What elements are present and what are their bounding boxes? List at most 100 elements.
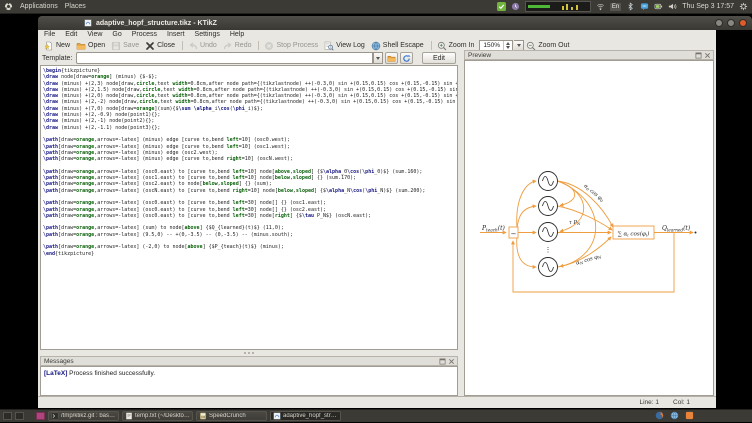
toolbar-button-label: Shell Escape: [383, 42, 424, 49]
text-editor-icon: [125, 412, 133, 420]
show-desktop-button[interactable]: [36, 412, 45, 420]
template-label: Template:: [40, 55, 76, 62]
code-editor[interactable]: \begin{tikzpicture}\draw node[draw=orang…: [40, 65, 458, 350]
places-menu[interactable]: Places: [65, 3, 86, 10]
status-bar: Line: 1 Col: 1: [38, 396, 716, 408]
code-line[interactable]: \draw (minus) +(2,-2) node[draw,circle,t…: [43, 99, 457, 105]
preview-float-icon[interactable]: [695, 52, 702, 59]
taskbar-window-button[interactable]: SpeedCrunch: [196, 411, 267, 421]
taskbar-window-button[interactable]: adaptive_hopf_struc...: [270, 411, 341, 421]
taskbar-window-label: adaptive_hopf_struc...: [283, 413, 338, 419]
menu-view[interactable]: View: [87, 31, 102, 38]
taskbar-window-button[interactable]: /tmp/ktikz.git : bash ...: [48, 411, 119, 421]
output-label: Qlearned(t): [662, 225, 691, 232]
workspace-cell[interactable]: [3, 412, 12, 420]
messages-title: Messages: [44, 358, 74, 365]
app-tray-icon[interactable]: [685, 411, 694, 420]
redo-button: Redo: [221, 40, 256, 52]
menu-edit[interactable]: Edit: [65, 31, 77, 38]
oscillator-circles: [539, 172, 558, 277]
redo-icon: [223, 41, 233, 51]
toolbar-separator: [431, 41, 432, 50]
keyboard-layout-indicator[interactable]: En: [610, 3, 621, 11]
menu-settings[interactable]: Settings: [195, 31, 220, 38]
messages-close-icon[interactable]: [448, 358, 455, 365]
bottom-taskbar: /tmp/ktikz.git : bash ... temp.txt (~/Des…: [0, 409, 752, 422]
preview-canvas[interactable]: − ⋮ Pteac: [464, 60, 714, 396]
ubuntu-logo-icon[interactable]: [4, 2, 13, 11]
zoom-level-value[interactable]: 150%: [483, 42, 503, 49]
template-edit-button[interactable]: Edit: [422, 52, 456, 64]
messages-float-icon[interactable]: [439, 358, 446, 365]
toolbar-separator: [182, 41, 183, 50]
menu-file[interactable]: File: [44, 31, 55, 38]
menu-insert[interactable]: Insert: [167, 31, 185, 38]
clock[interactable]: Thu Sep 3 17:57: [682, 3, 734, 10]
window-titlebar[interactable]: adaptive_hopf_structure.tikz - KTikZ: [38, 16, 752, 30]
shell-escape-button[interactable]: Shell Escape: [369, 40, 428, 52]
template-open-file-button[interactable]: [385, 52, 398, 64]
menu-help[interactable]: Help: [230, 31, 244, 38]
save-icon: [111, 41, 121, 51]
menu-go[interactable]: Go: [112, 31, 121, 38]
messages-log[interactable]: [LaTeX] Process finished successfully.: [40, 366, 458, 396]
view-log-button[interactable]: View Log: [322, 40, 369, 52]
menu-process[interactable]: Process: [132, 31, 157, 38]
undo-icon: [188, 41, 198, 51]
volume-icon[interactable]: [668, 2, 677, 11]
update-check-icon[interactable]: [497, 2, 506, 11]
battery-icon[interactable]: [654, 2, 663, 11]
menu-bar: File Edit View Go Process Insert Settings Help: [38, 30, 716, 39]
toolbar-button-label: Save: [123, 42, 139, 49]
stop-process-icon: [264, 41, 274, 51]
workspace-cell[interactable]: [15, 412, 24, 420]
applications-menu[interactable]: Applications: [20, 3, 58, 10]
system-monitor-applet[interactable]: [525, 1, 591, 12]
zoom-spinner[interactable]: [503, 41, 512, 50]
toolbar-button-label: New: [56, 42, 70, 49]
gnome-top-panel: Applications Places En: [0, 0, 752, 14]
taskbar-window-label: temp.txt (~/Desktop...: [135, 413, 190, 419]
wifi-icon[interactable]: [596, 2, 605, 11]
ktikz-app-icon: [84, 19, 92, 27]
code-line[interactable]: \draw (minus) +(2,3) node[draw,circle,te…: [43, 81, 457, 87]
diagram-labels: Pteach(t) Qlearned(t) ∑ αi cos(φi) α0 co…: [481, 183, 691, 267]
template-row: Template: Edit: [40, 52, 458, 64]
zoom-out-icon: [526, 41, 536, 51]
input-label: Pteach(t): [481, 225, 506, 232]
time-tracker-icon[interactable]: [511, 2, 520, 11]
firefox-tray-icon[interactable]: [655, 411, 664, 420]
status-col: Col: 1: [673, 399, 690, 406]
close-button[interactable]: Close: [143, 40, 179, 52]
new-button[interactable]: New: [42, 40, 74, 52]
template-combo-dropdown[interactable]: [373, 52, 383, 64]
bluetooth-icon[interactable]: [626, 2, 635, 11]
new-document-icon: [44, 41, 54, 51]
messages-dock-header: Messages: [40, 356, 458, 366]
minimize-button[interactable]: [715, 19, 723, 27]
view-log-icon: [324, 41, 334, 51]
taskbar-window-button[interactable]: temp.txt (~/Desktop...: [122, 411, 193, 421]
toolbar-button-label: Open: [88, 42, 105, 49]
preview-dock-header: Preview: [464, 50, 714, 60]
network-globe-tray-icon[interactable]: [670, 411, 679, 420]
code-line[interactable]: \path[draw=orange,arrows=-latex] (oscN.e…: [43, 188, 457, 194]
toolbar-button-label: Stop Process: [276, 42, 318, 49]
preview-close-icon[interactable]: [704, 52, 711, 59]
close-document-icon: [145, 41, 155, 51]
maximize-button[interactable]: [727, 19, 735, 27]
close-window-button[interactable]: [739, 19, 747, 27]
open-button[interactable]: Open: [74, 40, 109, 52]
session-gear-icon[interactable]: [739, 2, 748, 11]
window-title: adaptive_hopf_structure.tikz - KTikZ: [96, 20, 217, 27]
code-line[interactable]: \end{tikzpicture}: [43, 251, 457, 257]
messaging-icon[interactable]: [640, 2, 649, 11]
bottom-edge-label: αN cos φN: [575, 253, 602, 267]
vertical-dots: ⋮: [545, 246, 552, 254]
ktikz-window: FileEditViewGoProcessInsertSettingsHelp …: [38, 30, 716, 408]
template-reload-button[interactable]: [400, 52, 413, 64]
tikz-preview-diagram: − ⋮ Pteac: [465, 61, 713, 395]
terminal-icon: [51, 412, 59, 420]
taskbar-window-label: SpeedCrunch: [209, 413, 246, 419]
template-combo-input[interactable]: [76, 52, 373, 64]
